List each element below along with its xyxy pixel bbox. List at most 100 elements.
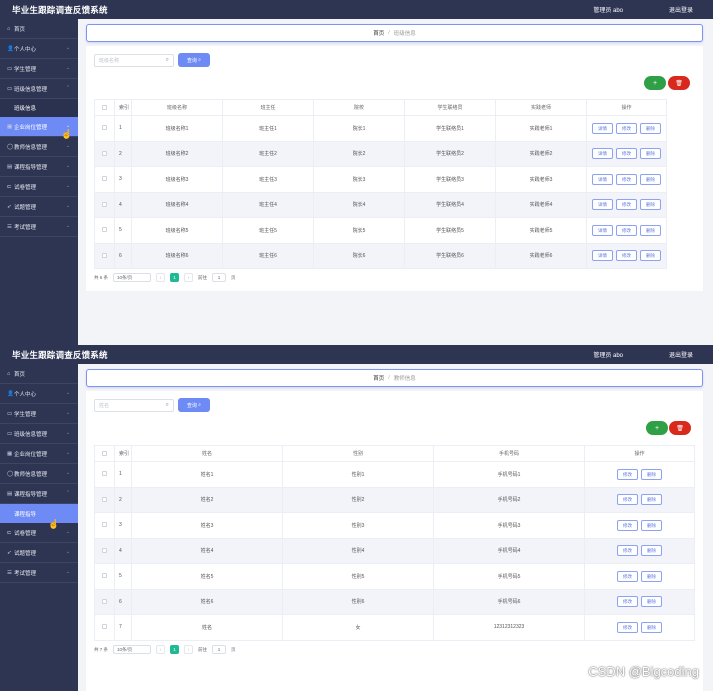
page-size-select[interactable]: 10条/页 [113,273,152,282]
select-all-checkbox[interactable] [102,450,107,456]
page-size-select[interactable]: 10条/页 [113,645,152,654]
row-checkbox[interactable] [102,176,107,182]
page-suffix: 页 [231,646,236,652]
edit-button[interactable]: 修改 [616,148,637,160]
sidebar-subitem-course-guidance[interactable]: 课程指导 [0,504,78,523]
delete-button[interactable]: 删除 [640,148,661,160]
sidebar-item-students[interactable]: ▭ 学生管理 ⌄ [0,404,78,424]
delete-button[interactable]: 删除 [640,173,661,185]
delete-button[interactable]: 删除 [640,199,661,211]
sidebar-item-home[interactable]: ⌂ 首页 [0,364,78,384]
page-number-button[interactable]: 1 [170,645,180,654]
sidebar-item-personal[interactable]: 👤 个人中心 ⌄ [0,39,78,59]
sidebar-item-questions[interactable]: ➶ 试题管理 ⌄ [0,197,78,217]
row-checkbox[interactable] [102,598,107,604]
row-checkbox[interactable] [102,252,107,258]
edit-button[interactable]: 修改 [616,199,637,211]
sidebar-item-questions[interactable]: ➶ 试题管理 ⌄ [0,543,78,563]
select-all-checkbox[interactable] [102,104,107,110]
batch-delete-button[interactable]: 🗑 [669,421,691,435]
detail-button[interactable]: 详情 [592,148,613,160]
pagination: 共 6 条 10条/页 ‹ 1 › 前往 1 页 [94,273,236,282]
detail-button[interactable]: 详情 [592,224,613,236]
logout-link[interactable]: 退出登录 [669,5,693,14]
goto-page-input[interactable]: 1 [212,645,227,654]
column-header: 索引 [114,99,132,116]
batch-delete-button[interactable]: 🗑 [668,76,690,90]
search-input[interactable]: 班级名称 ⌕ [94,54,174,67]
row-checkbox[interactable] [102,522,107,528]
next-page-button[interactable]: › [184,273,194,282]
edit-button[interactable]: 修改 [617,468,638,480]
page-number-button[interactable]: 1 [170,273,180,282]
sidebar-item-question-bank[interactable]: ⊏ 试卷管理 ⌄ [0,523,78,543]
sidebar-item-personal[interactable]: 👤 个人中心 ⌄ [0,384,78,404]
edit-button[interactable]: 修改 [617,621,638,633]
edit-button[interactable]: 修改 [617,570,638,582]
row-checkbox[interactable] [102,201,107,207]
search-button[interactable]: 查询 ⌕ [178,398,210,412]
row-checkbox[interactable] [102,624,107,630]
delete-button[interactable]: 删除 [641,468,662,480]
row-checkbox[interactable] [102,227,107,233]
edit-button[interactable]: 修改 [616,224,637,236]
add-button[interactable]: + [644,76,666,90]
delete-button[interactable]: 删除 [641,545,662,557]
sidebar-item-question-bank[interactable]: ⊏ 试卷管理 ⌄ [0,177,78,197]
edit-button[interactable]: 修改 [617,545,638,557]
sidebar-item-class-info[interactable]: ▭ 班级信息管理 ⌄ [0,424,78,444]
search-button[interactable]: 查询 ⌕ [178,53,210,67]
delete-button[interactable]: 删除 [640,122,661,134]
edit-button[interactable]: 修改 [617,519,638,531]
row-checkbox[interactable] [102,471,107,477]
table-row: 5 班级名称5 班主任5 院长5 学生联络员5 实践老师5 详情 修改 删除 [94,217,667,244]
pointer-cursor-icon: ☝ [48,519,60,529]
detail-button[interactable]: 详情 [592,122,613,134]
sidebar-subitem-class-info[interactable]: 班级信息 [0,99,78,117]
delete-button[interactable]: 删除 [641,621,662,633]
delete-button[interactable]: 删除 [641,570,662,582]
edit-button[interactable]: 修改 [616,122,637,134]
prev-page-button[interactable]: ‹ [156,273,166,282]
sidebar-item-class-info[interactable]: ▭ 班级信息管理 ⌃ [0,79,78,99]
sidebar-item-home[interactable]: ⌂ 首页 [0,19,78,39]
table-row: 4 姓名4 性别4 手机号码4 修改 删除 [94,537,695,564]
chevron-down-icon: ⌄ [65,183,70,189]
row-checkbox[interactable] [102,547,107,553]
delete-button[interactable]: 删除 [641,494,662,506]
screenshot-teacher-info: 毕业生跟踪调查反馈系统 管理员 abo 退出登录 ⌂ 首页 👤 个人中心 ⌄ ▭ 学生管… [0,345,713,691]
edit-button[interactable]: 修改 [616,250,637,262]
edit-button[interactable]: 修改 [617,596,638,608]
breadcrumb-current: 教师信息 [393,376,416,382]
sidebar-item-exam[interactable]: ☰ 考试管理 ⌄ [0,563,78,583]
sidebar-item-students[interactable]: ▭ 学生管理 ⌄ [0,59,78,79]
detail-button[interactable]: 详情 [592,199,613,211]
sidebar-item-course-guidance[interactable]: ▤ 课程指导管理 ⌄ [0,157,78,177]
sidebar-item-course-guidance[interactable]: ▤ 课程指导管理 ⌃ [0,484,78,504]
table-row: 4 班级名称4 班主任4 院长4 学生联络员4 实践老师4 详情 修改 删除 [94,191,667,218]
breadcrumb-home[interactable]: 首页 [373,29,384,37]
row-checkbox[interactable] [102,150,107,156]
sidebar-item-teacher-info[interactable]: ◯ 教师信息管理 ⌄ [0,464,78,484]
logout-link[interactable]: 退出登录 [669,350,693,359]
breadcrumb-home[interactable]: 首页 [373,374,384,382]
delete-button[interactable]: 删除 [640,224,661,236]
edit-button[interactable]: 修改 [617,494,638,506]
row-checkbox[interactable] [102,125,107,131]
sidebar-item-exam[interactable]: ☰ 考试管理 ⌄ [0,217,78,237]
row-checkbox[interactable] [102,496,107,502]
delete-button[interactable]: 删除 [641,596,662,608]
edit-button[interactable]: 修改 [616,173,637,185]
goto-page-input[interactable]: 1 [212,273,227,282]
row-checkbox[interactable] [102,573,107,579]
next-page-button[interactable]: › [184,645,194,654]
delete-button[interactable]: 删除 [641,519,662,531]
detail-button[interactable]: 详情 [592,173,613,185]
sidebar-item-teacher-info[interactable]: ◯ 教师信息管理 ⌄ [0,137,78,157]
add-button[interactable]: + [646,421,668,435]
search-input[interactable]: 姓名 ⌕ [94,399,174,412]
sidebar-item-company-jobs[interactable]: ▦ 企业岗位管理 ⌄ [0,444,78,464]
detail-button[interactable]: 详情 [592,250,613,262]
prev-page-button[interactable]: ‹ [156,645,166,654]
delete-button[interactable]: 删除 [640,250,661,262]
